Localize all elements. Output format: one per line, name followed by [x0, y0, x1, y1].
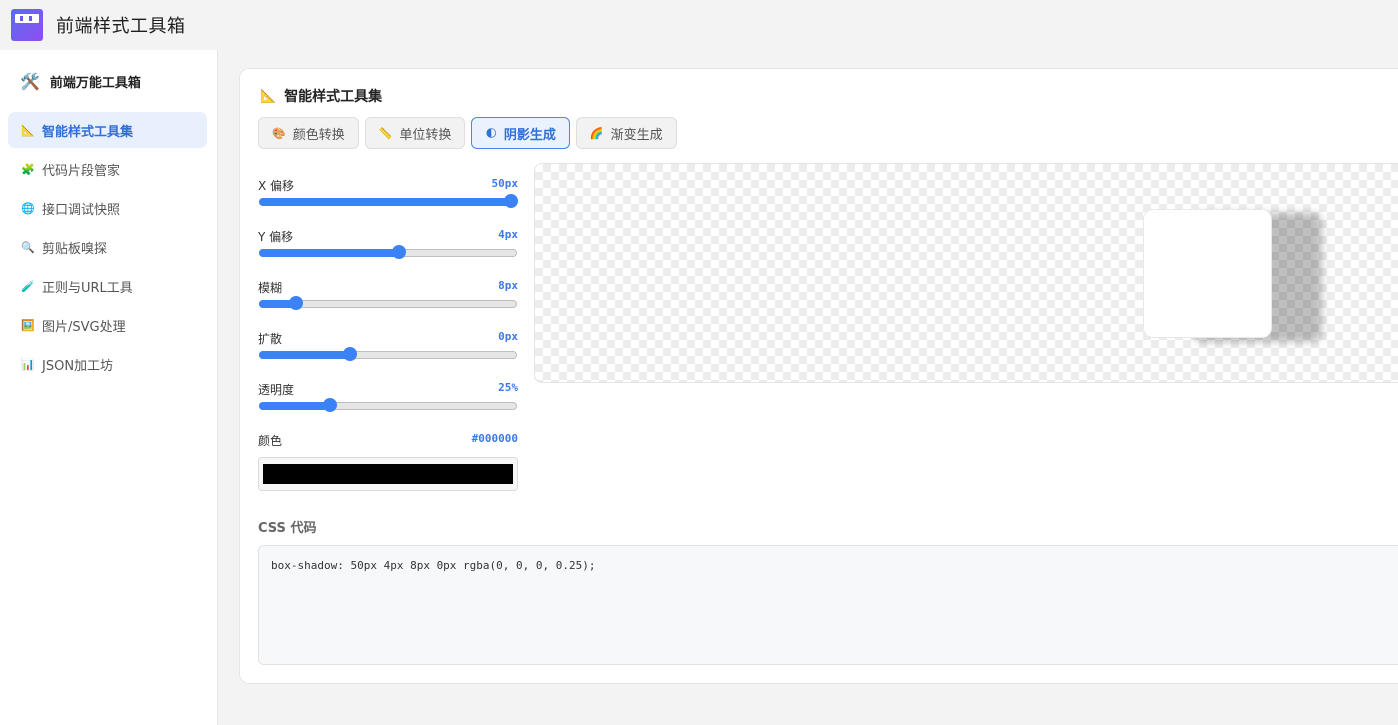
triangle-ruler-icon: 📐	[260, 88, 277, 104]
globe-icon: 🌐	[21, 201, 35, 215]
sidebar-brand: 🛠️ 前端万能工具箱	[0, 50, 217, 112]
spread-slider-thumb[interactable]	[343, 347, 357, 361]
sidebar-item-image-svg[interactable]: 🖼️ 图片/SVG处理	[8, 307, 207, 343]
sidebar-item-label: 剪贴板嗅探	[42, 241, 108, 257]
opacity-control: 透明度 25%	[258, 379, 518, 430]
opacity-label: 透明度	[258, 383, 295, 397]
style-tools-card: 📐 智能样式工具集 🎨 颜色转换 📏 单位转换 🌓 阴影生成 🌈 渐变生成 X …	[239, 68, 1398, 684]
picture-icon: 🖼️	[21, 318, 35, 332]
blur-label: 模糊	[258, 281, 283, 295]
y-offset-slider-thumb[interactable]	[392, 245, 406, 259]
tools-icon: 🛠️	[20, 71, 40, 91]
css-code-output[interactable]: box-shadow: 50px 4px 8px 0px rgba(0, 0, …	[258, 545, 1398, 665]
palette-icon: 🎨	[272, 126, 286, 140]
sidebar-item-label: 智能样式工具集	[42, 124, 134, 140]
preview-box	[1143, 209, 1272, 338]
card-title: 📐 智能样式工具集	[260, 86, 382, 106]
sidebar-item-json[interactable]: 📊 JSON加工坊	[8, 346, 207, 382]
y-offset-control: Y 偏移 4px	[258, 226, 518, 277]
sidebar-item-label: 图片/SVG处理	[42, 319, 126, 335]
x-offset-control: X 偏移 50px	[258, 175, 518, 226]
tab-gradient-generator[interactable]: 🌈 渐变生成	[575, 117, 677, 149]
tab-label: 颜色转换	[292, 127, 345, 143]
y-offset-label: Y 偏移	[258, 230, 294, 244]
puzzle-icon: 🧩	[21, 162, 35, 176]
spread-value: 0px	[498, 330, 518, 343]
sidebar-item-label: 正则与URL工具	[42, 280, 133, 296]
shadow-controls: X 偏移 50px Y 偏移 4px 模糊 8px 扩散 0px 透明度 25%…	[258, 175, 518, 491]
color-picker[interactable]	[258, 457, 518, 491]
tab-color-convert[interactable]: 🎨 颜色转换	[258, 117, 359, 149]
opacity-value: 25%	[498, 381, 518, 394]
tool-tabs: 🎨 颜色转换 📏 单位转换 🌓 阴影生成 🌈 渐变生成	[258, 117, 683, 149]
sidebar-item-style-tools[interactable]: 📐 智能样式工具集	[8, 112, 207, 148]
ruler-icon: 📏	[378, 126, 393, 140]
bar-chart-icon: 📊	[21, 357, 35, 371]
opacity-slider-thumb[interactable]	[323, 398, 337, 412]
opacity-slider[interactable]	[259, 398, 517, 412]
sidebar-item-label: 接口调试快照	[42, 202, 121, 218]
sidebar: 🛠️ 前端万能工具箱 📐 智能样式工具集 🧩 代码片段管家 🌐 接口调试快照 🔍…	[0, 50, 218, 725]
shadow-preview	[534, 163, 1398, 383]
sidebar-item-label: 代码片段管家	[42, 163, 121, 179]
spread-label: 扩散	[258, 332, 283, 346]
x-offset-value: 50px	[491, 177, 519, 190]
color-value: #000000	[471, 432, 518, 445]
triangle-ruler-icon: 📐	[21, 123, 35, 137]
spread-control: 扩散 0px	[258, 328, 518, 379]
y-offset-value: 4px	[498, 228, 518, 241]
rainbow-icon: 🌈	[589, 126, 604, 140]
css-code-title: CSS 代码	[258, 521, 317, 536]
app-logo-icon	[11, 9, 43, 41]
y-offset-slider[interactable]	[259, 245, 517, 259]
blur-slider-thumb[interactable]	[289, 296, 303, 310]
x-offset-slider[interactable]	[259, 194, 518, 208]
blur-control: 模糊 8px	[258, 277, 518, 328]
half-moon-icon: 🌓	[485, 126, 497, 140]
blur-value: 8px	[498, 279, 518, 292]
sidebar-item-api-snapshot[interactable]: 🌐 接口调试快照	[8, 190, 207, 226]
magnifier-icon: 🔍	[21, 240, 35, 254]
x-offset-label: X 偏移	[258, 179, 295, 193]
sidebar-item-regex-url[interactable]: 🧪 正则与URL工具	[8, 268, 207, 304]
tab-label: 渐变生成	[610, 127, 663, 143]
x-offset-slider-thumb[interactable]	[504, 194, 518, 208]
sidebar-item-label: JSON加工坊	[42, 358, 114, 374]
tab-shadow-generator[interactable]: 🌓 阴影生成	[471, 117, 570, 149]
sidebar-item-snippets[interactable]: 🧩 代码片段管家	[8, 151, 207, 187]
app-title: 前端样式工具箱	[56, 16, 186, 37]
title-bar: 前端样式工具箱	[0, 0, 1398, 50]
tab-unit-convert[interactable]: 📏 单位转换	[364, 117, 466, 149]
blur-slider[interactable]	[259, 296, 517, 310]
card-title-label: 智能样式工具集	[284, 89, 383, 105]
sidebar-item-clipboard[interactable]: 🔍 剪贴板嗅探	[8, 229, 207, 265]
spread-slider[interactable]	[259, 347, 517, 361]
test-tube-icon: 🧪	[21, 279, 35, 293]
tab-label: 单位转换	[399, 127, 452, 143]
color-swatch[interactable]	[263, 464, 513, 484]
sidebar-brand-label: 前端万能工具箱	[49, 75, 141, 91]
color-label: 颜色	[258, 434, 283, 448]
tab-label: 阴影生成	[503, 127, 556, 143]
